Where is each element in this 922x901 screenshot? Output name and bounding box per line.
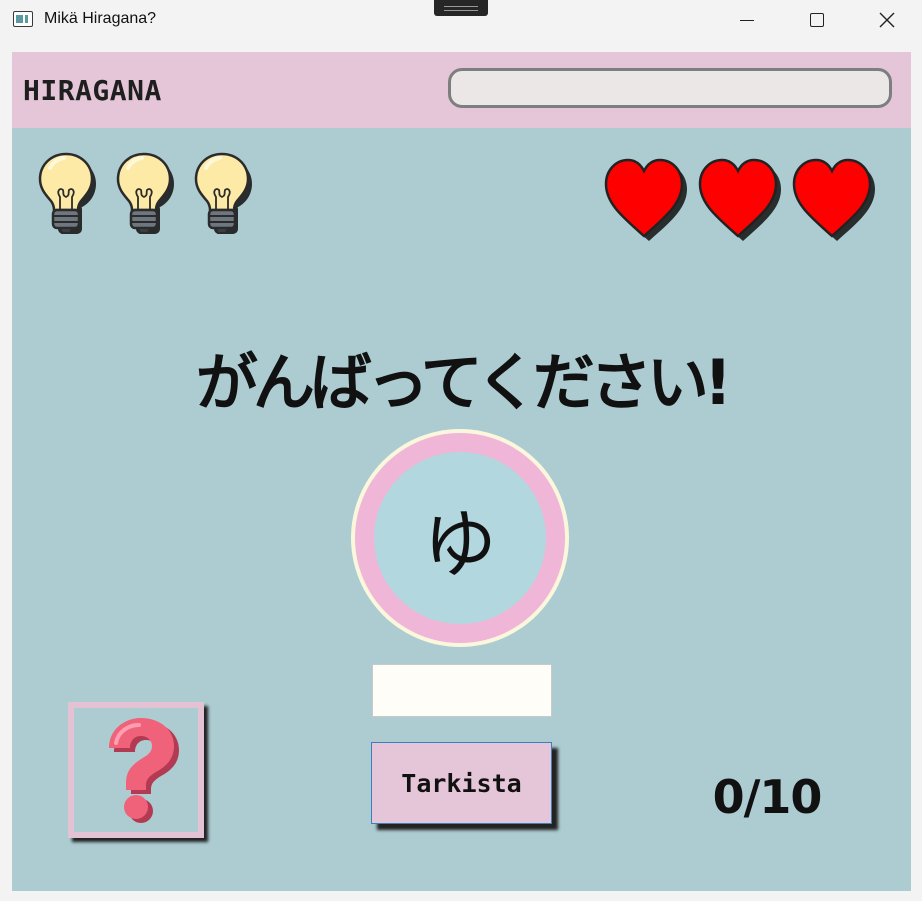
minimize-button[interactable] xyxy=(712,0,782,40)
kana-display: ゆ xyxy=(351,429,569,647)
lives-remaining xyxy=(604,158,880,242)
hints-remaining xyxy=(36,152,260,240)
window-title: Mikä Hiragana? xyxy=(44,10,157,27)
minimize-icon xyxy=(740,19,754,21)
lightbulb-icon[interactable] xyxy=(36,152,104,240)
maximize-icon xyxy=(810,13,824,27)
question-mark-icon xyxy=(109,718,179,823)
close-icon xyxy=(879,12,895,28)
answer-input[interactable] xyxy=(372,664,552,717)
lightbulb-icon[interactable] xyxy=(192,152,260,240)
lightbulb-icon[interactable] xyxy=(114,152,182,240)
heart-icon xyxy=(698,158,781,241)
close-button[interactable] xyxy=(852,0,922,40)
score-counter: 0/10 xyxy=(712,770,823,824)
check-button[interactable]: Tarkista xyxy=(371,742,552,824)
help-button[interactable] xyxy=(68,702,204,838)
maximize-button[interactable] xyxy=(782,0,852,40)
app-name: HIRAGANA xyxy=(23,74,162,107)
progress-bar xyxy=(448,68,892,108)
heart-icon xyxy=(604,158,687,241)
heart-icon xyxy=(792,158,875,241)
header-bar: HIRAGANA xyxy=(12,52,911,128)
title-bar[interactable]: Mikä Hiragana? xyxy=(0,0,922,42)
kana-character: ゆ xyxy=(374,452,546,624)
app-icon xyxy=(13,11,33,27)
encouragement-text: がんばってください! xyxy=(195,346,732,419)
game-area: HIRAGANA がんばってください! ゆ Tarkista 0/10 xyxy=(12,52,911,891)
snap-layout-handle[interactable] xyxy=(434,0,488,16)
